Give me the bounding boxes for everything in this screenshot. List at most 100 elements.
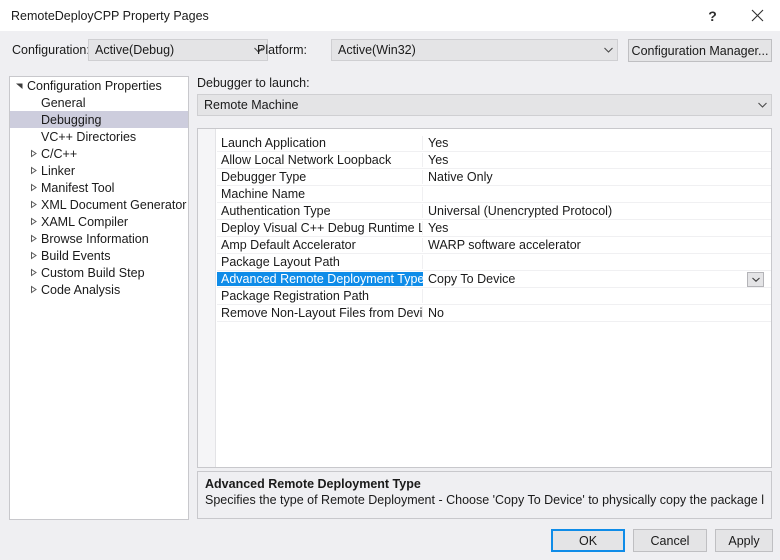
- tree-item-label: General: [41, 95, 86, 110]
- property-row[interactable]: Authentication Type Universal (Unencrypte…: [217, 203, 771, 220]
- chevron-right-icon[interactable]: [26, 183, 40, 192]
- chevron-down-icon: [753, 102, 771, 108]
- chevron-down-icon: [599, 47, 617, 53]
- property-name: Debugger Type: [217, 170, 423, 184]
- chevron-down-icon[interactable]: [12, 81, 26, 90]
- platform-select[interactable]: Active(Win32): [331, 39, 618, 61]
- configuration-manager-button[interactable]: Configuration Manager...: [628, 39, 772, 62]
- property-grid[interactable]: Launch Application Yes Allow Local Network…: [197, 128, 772, 468]
- tree-item-label: Build Events: [41, 248, 111, 263]
- property-row[interactable]: Advanced Remote Deployment Type Copy To D…: [217, 271, 771, 288]
- tree-item-label: VC++ Directories: [41, 129, 137, 144]
- title-bar-buttons: ?: [690, 0, 780, 31]
- property-description-title: Advanced Remote Deployment Type: [205, 477, 421, 491]
- property-name: Remove Non-Layout Files from Device: [217, 306, 423, 320]
- help-button[interactable]: ?: [690, 0, 735, 31]
- property-row[interactable]: Package Registration Path: [217, 288, 771, 305]
- tree-item-label: XML Document Generator: [41, 197, 187, 212]
- window-title: RemoteDeployCPP Property Pages: [11, 8, 209, 23]
- property-value[interactable]: No: [423, 306, 771, 320]
- property-row[interactable]: Deploy Visual C++ Debug Runtime LibrariY…: [217, 220, 771, 237]
- chevron-right-icon[interactable]: [26, 234, 40, 243]
- property-name: Allow Local Network Loopback: [217, 153, 423, 167]
- property-value[interactable]: Native Only: [423, 170, 771, 184]
- property-name: Launch Application: [217, 136, 423, 150]
- tree-item[interactable]: Build Events: [10, 247, 188, 264]
- tree-list: Configuration Properties General Debugging…: [10, 77, 188, 298]
- tree-item[interactable]: XML Document Generator: [10, 196, 188, 213]
- tree-item-label: Configuration Properties: [27, 78, 162, 93]
- cancel-button[interactable]: Cancel: [633, 529, 707, 552]
- chevron-right-icon[interactable]: [26, 251, 40, 260]
- property-description-pane: Advanced Remote Deployment Type Specifie…: [197, 471, 772, 519]
- property-name: Machine Name: [217, 187, 423, 201]
- tree-item[interactable]: Code Analysis: [10, 281, 188, 298]
- debugger-to-launch-select[interactable]: Remote Machine: [197, 94, 772, 116]
- apply-button[interactable]: Apply: [715, 529, 773, 552]
- property-row[interactable]: Remove Non-Layout Files from Device No: [217, 305, 771, 322]
- configuration-select[interactable]: Active(Debug): [88, 39, 268, 61]
- configuration-properties-tree[interactable]: Configuration Properties General Debugging…: [9, 76, 189, 520]
- configuration-select-value: Active(Debug): [95, 43, 175, 57]
- close-button[interactable]: [735, 0, 780, 31]
- configuration-bar: Configuration: Active(Debug) Platform: A…: [0, 31, 780, 71]
- tree-item[interactable]: General: [10, 94, 188, 111]
- chevron-right-icon[interactable]: [26, 217, 40, 226]
- tree-item[interactable]: VC++ Directories: [10, 128, 188, 145]
- ok-button[interactable]: OK: [551, 529, 625, 552]
- property-value[interactable]: Universal (Unencrypted Protocol): [423, 204, 771, 218]
- property-row[interactable]: Debugger Type Native Only: [217, 169, 771, 186]
- tree-item[interactable]: Linker: [10, 162, 188, 179]
- tree-item-label: Custom Build Step: [41, 265, 145, 280]
- property-grid-rows: Launch Application Yes Allow Local Network…: [217, 135, 771, 322]
- property-value[interactable]: Yes: [423, 221, 771, 235]
- tree-item-label: Manifest Tool: [41, 180, 115, 195]
- tree-item-label: Debugging: [41, 112, 102, 127]
- configuration-label: Configuration:: [12, 43, 90, 57]
- tree-item-label: Linker: [41, 163, 76, 178]
- property-value[interactable]: Yes: [423, 136, 771, 150]
- chevron-right-icon[interactable]: [26, 149, 40, 158]
- property-row[interactable]: Package Layout Path: [217, 254, 771, 271]
- title-bar: RemoteDeployCPP Property Pages ?: [0, 0, 780, 31]
- tree-item-label: C/C++: [41, 146, 78, 161]
- chevron-right-icon[interactable]: [26, 166, 40, 175]
- property-description-text: Specifies the type of Remote Deployment …: [205, 493, 764, 507]
- property-row[interactable]: Amp Default Accelerator WARP software acc…: [217, 237, 771, 254]
- chevron-right-icon[interactable]: [26, 268, 40, 277]
- property-value-dropdown-button[interactable]: [747, 272, 764, 287]
- property-name: Advanced Remote Deployment Type: [217, 272, 423, 286]
- property-pages-dialog: RemoteDeployCPP Property Pages ? Configu…: [0, 0, 780, 560]
- tree-item[interactable]: Configuration Properties: [10, 77, 188, 94]
- property-value[interactable]: Yes: [423, 153, 771, 167]
- debugger-to-launch-value: Remote Machine: [204, 98, 299, 112]
- tree-item[interactable]: Debugging: [10, 111, 188, 128]
- chevron-right-icon[interactable]: [26, 200, 40, 209]
- platform-label: Platform:: [257, 43, 308, 57]
- property-row[interactable]: Allow Local Network Loopback Yes: [217, 152, 771, 169]
- chevron-down-icon: [751, 277, 760, 282]
- platform-select-value: Active(Win32): [338, 43, 416, 57]
- chevron-right-icon[interactable]: [26, 285, 40, 294]
- property-grid-gutter: [198, 129, 216, 467]
- property-name: Package Registration Path: [217, 289, 423, 303]
- tree-item[interactable]: C/C++: [10, 145, 188, 162]
- tree-item-label: Browse Information: [41, 231, 149, 246]
- property-name: Amp Default Accelerator: [217, 238, 423, 252]
- question-mark-icon: ?: [708, 7, 717, 24]
- debugger-to-launch-label: Debugger to launch:: [197, 76, 310, 90]
- property-name: Deploy Visual C++ Debug Runtime Librari: [217, 221, 423, 235]
- tree-item[interactable]: Custom Build Step: [10, 264, 188, 281]
- property-row[interactable]: Launch Application Yes: [217, 135, 771, 152]
- property-name: Package Layout Path: [217, 255, 423, 269]
- property-value[interactable]: WARP software accelerator: [423, 238, 771, 252]
- tree-item-label: Code Analysis: [41, 282, 121, 297]
- close-icon: [751, 9, 764, 22]
- property-row[interactable]: Machine Name: [217, 186, 771, 203]
- property-name: Authentication Type: [217, 204, 423, 218]
- tree-item-label: XAML Compiler: [41, 214, 129, 229]
- property-value[interactable]: Copy To Device: [423, 272, 771, 286]
- tree-item[interactable]: XAML Compiler: [10, 213, 188, 230]
- tree-item[interactable]: Manifest Tool: [10, 179, 188, 196]
- tree-item[interactable]: Browse Information: [10, 230, 188, 247]
